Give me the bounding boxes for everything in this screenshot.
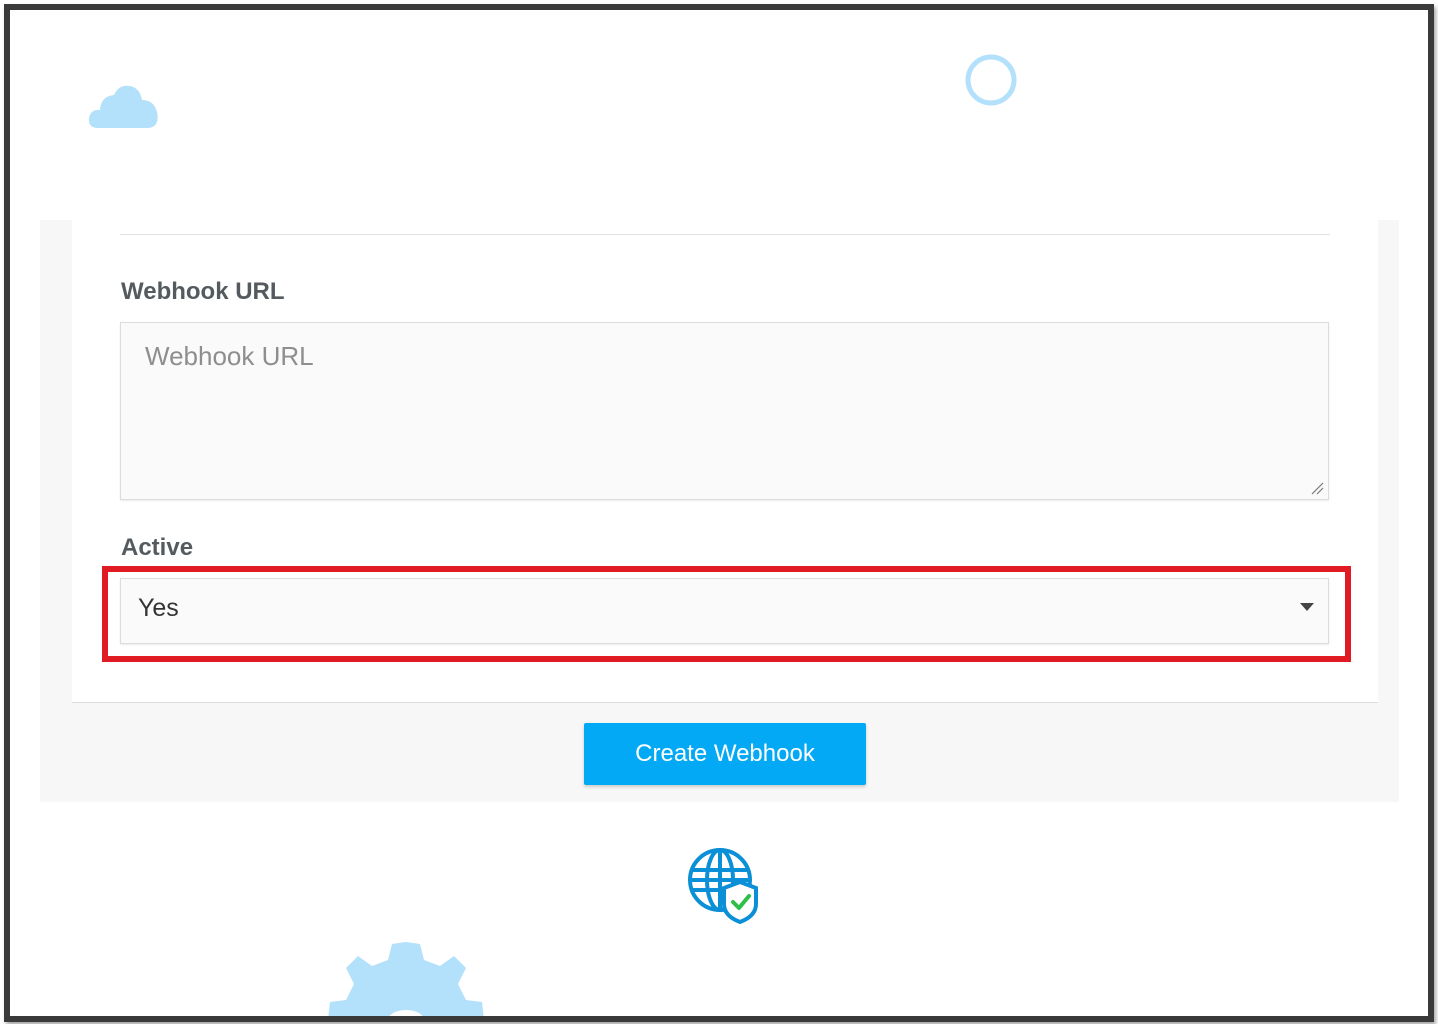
active-select-value: Yes <box>138 594 179 622</box>
gear-icon <box>328 942 484 1016</box>
active-select[interactable]: Yes <box>120 578 1329 644</box>
screenshot-frame: Webhook URL Webhook URL Active Yes Creat… <box>4 4 1434 1022</box>
form-panel: Webhook URL Webhook URL Active Yes Creat… <box>40 220 1399 802</box>
webhook-url-placeholder: Webhook URL <box>145 341 314 371</box>
active-label: Active <box>121 534 194 561</box>
globe-shield-icon <box>688 848 758 925</box>
form-card: Webhook URL Webhook URL Active Yes <box>72 220 1378 702</box>
webhook-url-field[interactable]: Webhook URL <box>120 322 1329 500</box>
webhook-url-label: Webhook URL <box>121 278 285 305</box>
footer-divider <box>72 702 1378 703</box>
circle-icon <box>965 54 1017 106</box>
resize-handle-icon[interactable] <box>1310 481 1324 495</box>
caret-down-icon <box>1300 603 1314 611</box>
section-divider <box>120 234 1330 235</box>
cloud-icon <box>88 85 158 128</box>
create-webhook-button[interactable]: Create Webhook <box>584 723 866 785</box>
